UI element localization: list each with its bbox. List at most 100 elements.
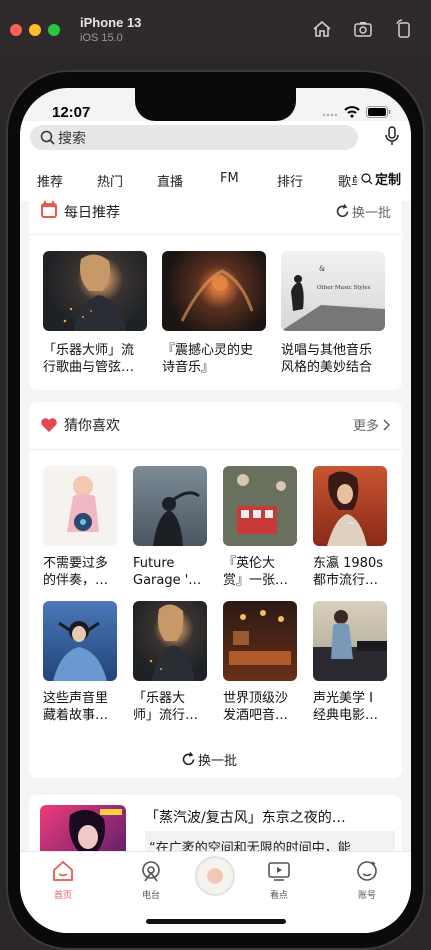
tabbar-radio[interactable]: 电台 bbox=[126, 860, 176, 901]
refresh-icon bbox=[336, 204, 349, 218]
guess-cover-1[interactable] bbox=[43, 466, 117, 546]
tab-fm[interactable]: FM bbox=[220, 171, 239, 186]
screenshot-icon[interactable] bbox=[352, 18, 374, 40]
tabbar-account[interactable]: 账号 bbox=[342, 860, 392, 901]
tabbar-home[interactable]: 首页 bbox=[38, 860, 88, 901]
tabbar-watch[interactable]: 看点 bbox=[254, 860, 304, 901]
home-icon bbox=[53, 860, 73, 881]
tabbar-watch-label: 看点 bbox=[269, 891, 288, 901]
guess-caption-8[interactable]: 声光美学 I 经典电影… bbox=[313, 690, 395, 724]
daily-caption-2[interactable]: 『震撼心灵的史 诗音乐』 bbox=[162, 342, 274, 376]
tabbar-player[interactable] bbox=[190, 856, 240, 896]
guess-title: 猜你喜欢 bbox=[64, 418, 120, 434]
cover-art bbox=[237, 474, 286, 534]
search-placeholder: 搜索 bbox=[58, 130, 86, 147]
cover-art: & Other Music Styles bbox=[281, 265, 385, 331]
daily-caption-1[interactable]: 「乐器大师」流 行歌曲与管弦… bbox=[43, 342, 155, 376]
guess-cover-8[interactable] bbox=[313, 601, 387, 681]
guess-cover-7[interactable] bbox=[223, 601, 297, 681]
wifi-icon bbox=[344, 106, 360, 118]
divider bbox=[29, 449, 402, 450]
heart-icon bbox=[41, 418, 57, 432]
category-tabs: 推荐 热门 直播 FM 排行 歌单 定制 bbox=[20, 169, 411, 197]
tabbar-home-label: 首页 bbox=[53, 891, 72, 901]
cover-art bbox=[180, 269, 254, 322]
daily-refresh-button[interactable]: 换一批 bbox=[335, 202, 391, 221]
guess-caption-5[interactable]: 这些声音里 藏着故事… bbox=[43, 690, 125, 724]
daily-cover-1[interactable] bbox=[43, 251, 147, 331]
guess-cover-2[interactable] bbox=[133, 466, 207, 546]
app-header: 搜索 推荐 热门 直播 FM 排行 歌单 定制 bbox=[20, 121, 411, 201]
cover-text-amp: & bbox=[319, 265, 325, 273]
cover-art bbox=[63, 254, 127, 331]
notch bbox=[135, 88, 296, 121]
svg-text:~: ~ bbox=[347, 519, 355, 529]
device-name: iPhone 13 bbox=[80, 15, 142, 30]
cover-art bbox=[149, 604, 195, 681]
video-icon bbox=[268, 862, 290, 881]
refresh-icon bbox=[182, 752, 195, 766]
cover-text-title: Other Music Styles bbox=[317, 285, 371, 291]
rotate-icon[interactable] bbox=[393, 18, 415, 40]
battery-icon bbox=[366, 106, 391, 118]
bottom-tab-bar: 首页 电台 看点 账号 bbox=[20, 851, 411, 933]
guess-caption-2[interactable]: Future Garage '… bbox=[133, 555, 215, 589]
tab-live[interactable]: 直播 bbox=[157, 171, 183, 190]
cover-art bbox=[229, 610, 291, 665]
guess-caption-7[interactable]: 世界顶级沙 发酒吧音… bbox=[223, 690, 305, 724]
account-icon bbox=[357, 861, 377, 881]
simulator-title-bar: iPhone 13 iOS 15.0 bbox=[0, 0, 431, 56]
tabbar-account-label: 账号 bbox=[357, 891, 376, 901]
chevron-right-icon bbox=[383, 419, 390, 430]
search-icon bbox=[40, 130, 55, 145]
tab-custom[interactable]: 定制 bbox=[356, 169, 401, 188]
daily-caption-3[interactable]: 说唱与其他音乐 风格的美妙结合 bbox=[281, 342, 393, 376]
signal-icon bbox=[322, 113, 338, 117]
player-disc-icon bbox=[195, 856, 235, 896]
guess-more-label: 更多 bbox=[352, 419, 379, 434]
daily-cover-3[interactable]: & Other Music Styles bbox=[281, 251, 385, 331]
guess-caption-6[interactable]: 「乐器大 师」流行… bbox=[133, 690, 215, 724]
guess-cover-3[interactable] bbox=[223, 466, 297, 546]
cover-art bbox=[53, 621, 107, 681]
guess-caption-4[interactable]: 东瀛 1980s 都市流行… bbox=[313, 555, 395, 589]
guess-more-button[interactable]: 更多 bbox=[353, 415, 391, 434]
home-button-icon[interactable] bbox=[311, 18, 333, 40]
guess-caption-1[interactable]: 不需要过多 的伴奏，… bbox=[43, 555, 125, 589]
cover-art bbox=[153, 491, 200, 546]
minimize-window-button[interactable] bbox=[29, 24, 41, 36]
cover-art bbox=[313, 610, 387, 681]
guess-refresh-label: 换一批 bbox=[198, 754, 238, 769]
magic-icon bbox=[361, 172, 373, 184]
tab-recommend[interactable]: 推荐 bbox=[37, 171, 63, 190]
divider bbox=[29, 234, 402, 235]
cover-art: ~ bbox=[327, 471, 367, 546]
tabbar-radio-label: 电台 bbox=[141, 891, 160, 901]
daily-recommend-card: 每日推荐 换一批 & Other Music Styles 「乐器大师」流 行歌曲与… bbox=[29, 201, 402, 390]
tab-custom-label: 定制 bbox=[374, 173, 401, 188]
device-os: iOS 15.0 bbox=[80, 32, 123, 44]
daily-title: 每日推荐 bbox=[64, 205, 120, 221]
zoom-window-button[interactable] bbox=[48, 24, 60, 36]
daily-refresh-label: 换一批 bbox=[351, 206, 391, 221]
cover-art bbox=[67, 476, 99, 532]
tab-rank[interactable]: 排行 bbox=[277, 171, 303, 190]
status-icons bbox=[322, 106, 391, 118]
close-window-button[interactable] bbox=[10, 24, 22, 36]
guess-cover-5[interactable] bbox=[43, 601, 117, 681]
guess-cover-4[interactable]: ~ bbox=[313, 466, 387, 546]
tab-hot[interactable]: 热门 bbox=[97, 171, 123, 190]
guess-caption-3[interactable]: 『英伦大 赏』一张… bbox=[223, 555, 305, 589]
guess-you-like-card: 猜你喜欢 更多 ~ 不需要过多 的伴奏，… Future Garage '… 『英伦… bbox=[29, 402, 402, 778]
calendar-icon bbox=[41, 201, 57, 218]
guess-refresh-button[interactable]: 换一批 bbox=[181, 750, 237, 769]
status-time: 12:07 bbox=[52, 104, 91, 121]
daily-cover-2[interactable] bbox=[162, 251, 266, 331]
guess-cover-6[interactable] bbox=[133, 601, 207, 681]
feature-title: 「蒸汽波/复古风」东京之夜的… bbox=[145, 810, 346, 826]
radio-icon bbox=[142, 861, 160, 882]
search-input[interactable]: 搜索 bbox=[30, 125, 358, 150]
microphone-icon[interactable] bbox=[385, 126, 399, 146]
home-indicator[interactable] bbox=[146, 919, 286, 924]
app-screen: 12:07 搜索 推荐 热门 直播 FM 排行 歌单 定制 每日推荐 换一批 &… bbox=[20, 88, 411, 933]
